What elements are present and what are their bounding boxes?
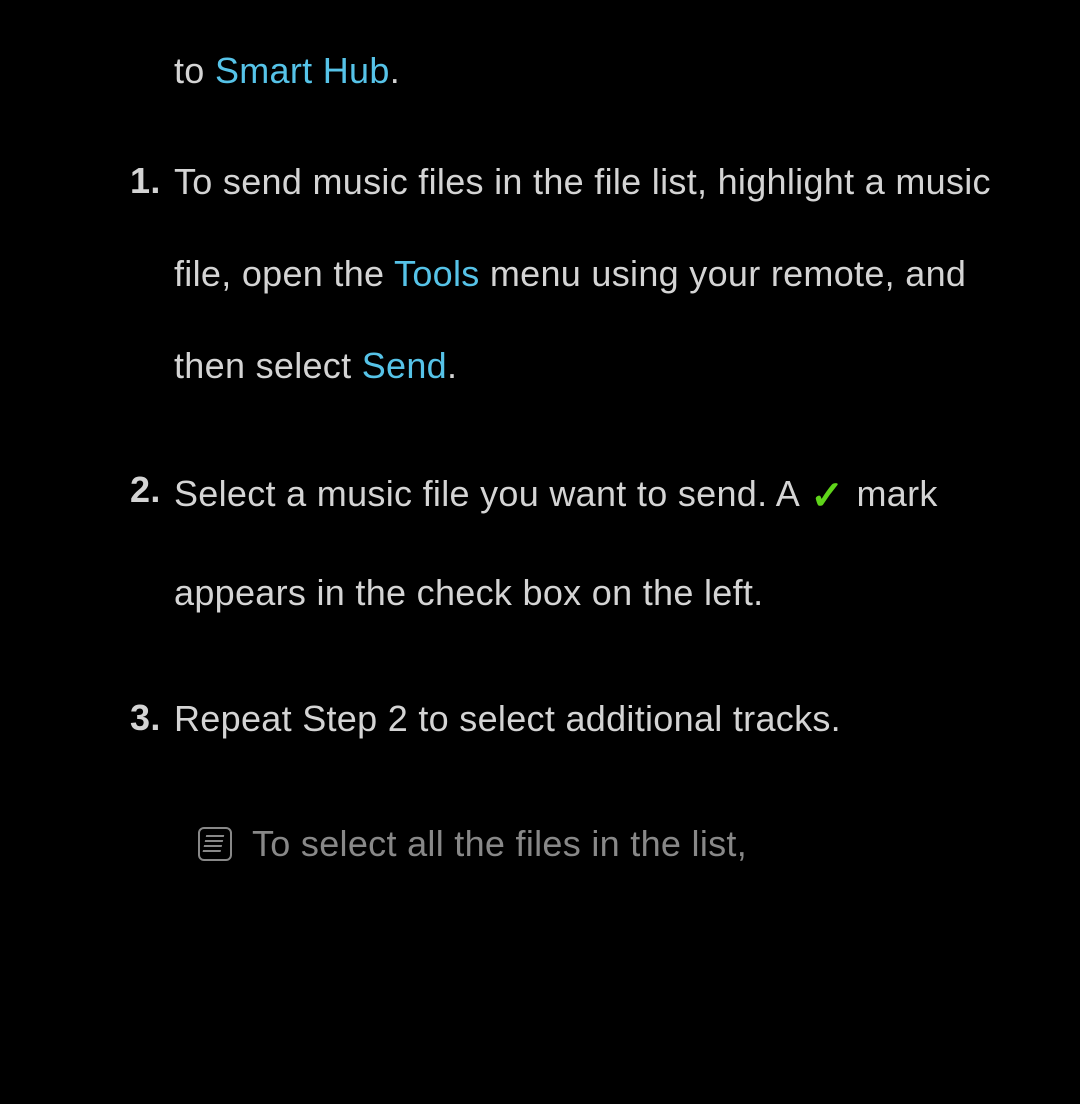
step-1: 1. To send music files in the file list,… — [130, 154, 1040, 411]
step-2: 2. Select a music file you want to send.… — [130, 463, 1040, 639]
step-number: 3. — [130, 691, 174, 765]
step-number: 2. — [130, 463, 174, 639]
note-text: To select all the files in the list, — [252, 817, 747, 871]
step-content: To send music files in the file list, hi… — [174, 136, 1040, 411]
step-content: Select a music file you want to send. A … — [174, 445, 1040, 639]
checkmark-icon: ✓ — [810, 445, 844, 547]
step-3: 3. Repeat Step 2 to select additional tr… — [130, 691, 1040, 765]
intro-prefix: to — [174, 50, 215, 91]
text-segment: Repeat Step 2 to select additional track… — [174, 698, 841, 739]
intro-text: to Smart Hub. — [174, 44, 1040, 98]
send-keyword: Send — [362, 345, 447, 386]
step-number: 1. — [130, 154, 174, 411]
note-icon — [198, 827, 232, 861]
text-segment: Select a music file you want to send. A — [174, 473, 808, 514]
text-segment: . — [447, 345, 457, 386]
intro-suffix: . — [390, 50, 400, 91]
tools-keyword: Tools — [394, 253, 480, 294]
note: To select all the files in the list, — [198, 817, 1040, 871]
step-content: Repeat Step 2 to select additional track… — [174, 673, 841, 765]
intro-link: Smart Hub — [215, 50, 390, 91]
